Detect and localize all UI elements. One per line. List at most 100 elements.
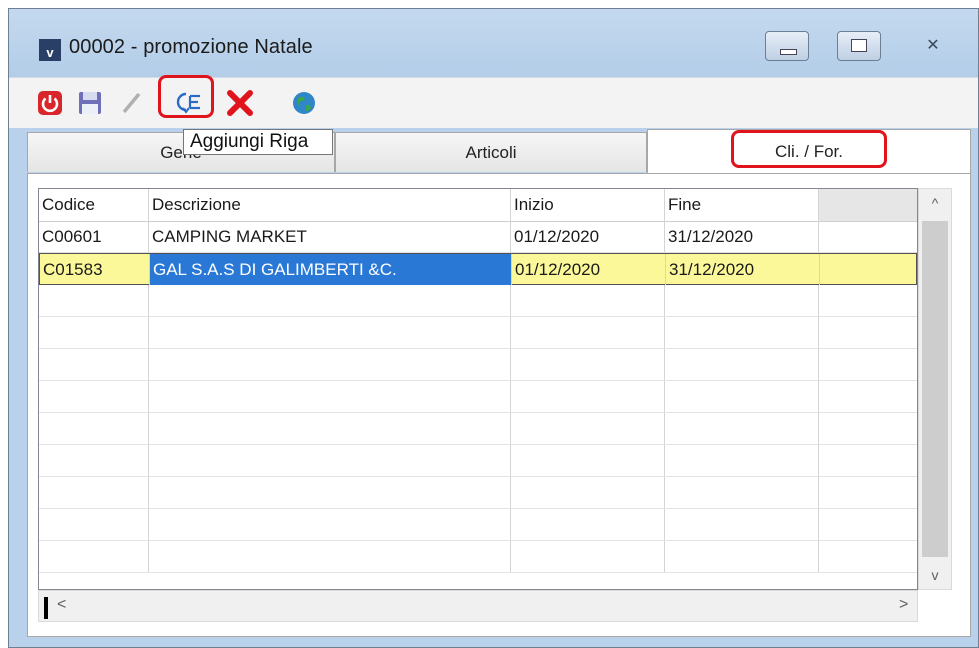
tab-articoli-label: Articoli — [465, 143, 517, 162]
vertical-scrollbar[interactable]: ^ v — [918, 188, 952, 590]
cell-inizio[interactable] — [511, 477, 665, 508]
cell-codice[interactable] — [39, 285, 149, 316]
cell-descrizione[interactable] — [149, 381, 511, 412]
cell-filler[interactable] — [819, 349, 917, 380]
vertical-scroll-thumb[interactable] — [922, 221, 948, 557]
horizontal-scrollbar[interactable]: < > — [38, 590, 918, 622]
delete-button[interactable] — [225, 88, 255, 118]
cell-filler[interactable] — [819, 477, 917, 508]
empty-table-row[interactable] — [39, 349, 917, 381]
table-row[interactable]: C00601 CAMPING MARKET 01/12/2020 31/12/2020 — [39, 221, 917, 253]
column-header-filler — [819, 189, 917, 221]
cell-descrizione[interactable]: GAL S.A.S DI GALIMBERTI &C. — [150, 254, 512, 285]
cell-inizio[interactable]: 01/12/2020 — [512, 254, 666, 285]
save-icon — [79, 92, 101, 114]
cell-fine[interactable] — [665, 381, 819, 412]
delete-icon — [227, 90, 253, 116]
cell-codice[interactable]: C01583 — [40, 254, 150, 285]
cell-codice[interactable] — [39, 509, 149, 540]
scroll-left-icon[interactable]: < — [57, 596, 66, 614]
cell-inizio[interactable]: 01/12/2020 — [511, 221, 665, 252]
cell-inizio[interactable] — [511, 445, 665, 476]
cell-codice[interactable] — [39, 381, 149, 412]
data-grid[interactable]: Codice Descrizione Inizio Fine C00601 CAM… — [38, 188, 918, 590]
close-button[interactable]: ✕ — [905, 31, 961, 61]
cell-fine[interactable] — [665, 477, 819, 508]
cell-fine[interactable] — [665, 349, 819, 380]
power-button[interactable] — [35, 88, 65, 118]
empty-table-row[interactable] — [39, 509, 917, 541]
cell-filler[interactable] — [819, 413, 917, 444]
empty-table-row[interactable] — [39, 413, 917, 445]
web-button[interactable] — [289, 88, 319, 118]
cell-inizio[interactable] — [511, 509, 665, 540]
cell-inizio[interactable] — [511, 285, 665, 316]
cell-fine[interactable] — [665, 317, 819, 348]
edit-button[interactable] — [117, 88, 147, 118]
column-header-descrizione[interactable]: Descrizione — [149, 189, 511, 221]
empty-table-row[interactable] — [39, 445, 917, 477]
cell-codice[interactable] — [39, 413, 149, 444]
add-row-highlight — [158, 75, 214, 118]
cell-fine[interactable] — [665, 541, 819, 572]
empty-table-row[interactable] — [39, 477, 917, 509]
grid-header: Codice Descrizione Inizio Fine — [39, 189, 917, 222]
cell-filler[interactable] — [819, 381, 917, 412]
save-button[interactable] — [75, 88, 105, 118]
cell-inizio[interactable] — [511, 381, 665, 412]
scroll-right-icon[interactable]: > — [899, 596, 908, 614]
empty-table-row[interactable] — [39, 285, 917, 317]
cell-descrizione[interactable] — [149, 349, 511, 380]
app-icon: v — [39, 39, 61, 61]
horizontal-scroll-thumb[interactable] — [44, 597, 48, 619]
cell-fine[interactable] — [665, 413, 819, 444]
tab-panel: Codice Descrizione Inizio Fine C00601 CAM… — [27, 173, 971, 637]
globe-icon — [293, 92, 315, 114]
cell-codice[interactable] — [39, 477, 149, 508]
cell-inizio[interactable] — [511, 541, 665, 572]
tooltip: Aggiungi Riga — [183, 129, 333, 155]
cell-fine[interactable] — [665, 509, 819, 540]
table-row[interactable]: C01583 GAL S.A.S DI GALIMBERTI &C. 01/12/2… — [39, 253, 917, 285]
column-header-codice[interactable]: Codice — [39, 189, 149, 221]
cell-filler[interactable] — [819, 509, 917, 540]
cell-fine[interactable]: 31/12/2020 — [666, 254, 820, 285]
cell-fine[interactable]: 31/12/2020 — [665, 221, 819, 252]
window-title: 00002 - promozione Natale — [69, 36, 313, 58]
cell-codice[interactable]: C00601 — [39, 221, 149, 252]
cell-descrizione[interactable] — [149, 477, 511, 508]
cell-inizio[interactable] — [511, 413, 665, 444]
cell-descrizione[interactable] — [149, 509, 511, 540]
scroll-down-icon[interactable]: v — [919, 567, 951, 583]
cell-fine[interactable] — [665, 285, 819, 316]
maximize-button[interactable] — [837, 31, 881, 61]
cell-codice[interactable] — [39, 317, 149, 348]
cell-filler[interactable] — [819, 221, 917, 252]
column-header-inizio[interactable]: Inizio — [511, 189, 665, 221]
cell-fine[interactable] — [665, 445, 819, 476]
cell-codice[interactable] — [39, 541, 149, 572]
minimize-button[interactable] — [765, 31, 809, 61]
cell-descrizione[interactable] — [149, 541, 511, 572]
cell-filler[interactable] — [819, 317, 917, 348]
cell-codice[interactable] — [39, 445, 149, 476]
empty-table-row[interactable] — [39, 541, 917, 573]
cell-descrizione[interactable]: CAMPING MARKET — [149, 221, 511, 252]
cell-filler[interactable] — [820, 254, 917, 285]
cell-descrizione[interactable] — [149, 317, 511, 348]
scroll-up-icon[interactable]: ^ — [919, 195, 951, 211]
cell-inizio[interactable] — [511, 349, 665, 380]
cell-inizio[interactable] — [511, 317, 665, 348]
empty-table-row[interactable] — [39, 317, 917, 349]
title-bar[interactable]: v 00002 - promozione Natale ✕ — [9, 9, 978, 77]
empty-table-row[interactable] — [39, 381, 917, 413]
tab-articoli[interactable]: Articoli — [335, 132, 647, 172]
cell-filler[interactable] — [819, 285, 917, 316]
cell-filler[interactable] — [819, 445, 917, 476]
cell-descrizione[interactable] — [149, 285, 511, 316]
cell-filler[interactable] — [819, 541, 917, 572]
cell-descrizione[interactable] — [149, 445, 511, 476]
cell-descrizione[interactable] — [149, 413, 511, 444]
cell-codice[interactable] — [39, 349, 149, 380]
column-header-fine[interactable]: Fine — [665, 189, 819, 221]
